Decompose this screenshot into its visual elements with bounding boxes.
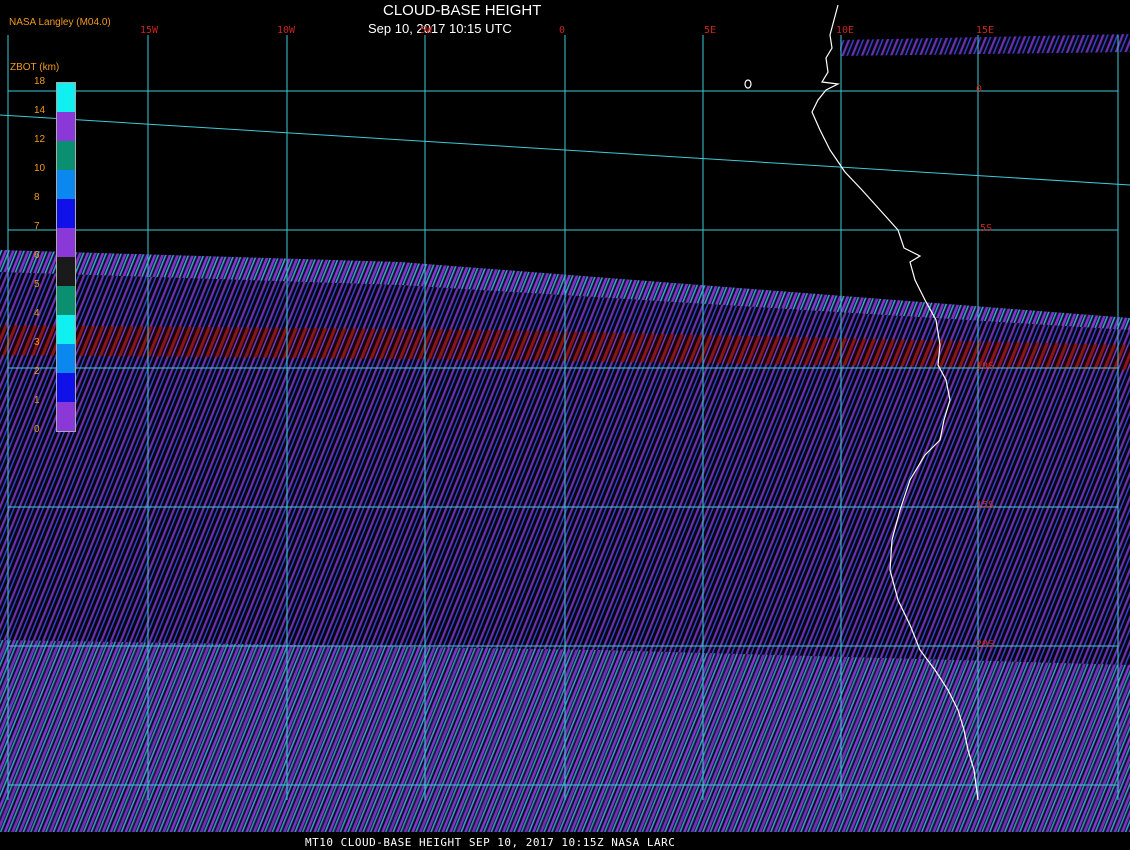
lon-label-5w: 5W <box>420 25 433 36</box>
colorbar-label: 14 <box>34 105 46 116</box>
lat-label-0: 0 <box>976 84 983 95</box>
colorbar-segment <box>57 170 75 199</box>
colorbar-label: 4 <box>34 308 40 319</box>
colorbar-segment <box>57 83 75 112</box>
colorbar-segment <box>57 373 75 402</box>
map-timestamp: Sep 10, 2017 10:15 UTC <box>368 21 512 36</box>
lat-label-5s: 5S <box>980 223 993 234</box>
colorbar-label: 5 <box>34 279 40 290</box>
lon-label-10e: 10E <box>836 25 855 36</box>
colorbar-label: 1 <box>34 395 40 406</box>
colorbar-label: 18 <box>34 76 46 87</box>
lon-label-15e: 15E <box>976 25 995 36</box>
colorbar-label: 12 <box>34 134 46 145</box>
lon-label-15w: 15W <box>140 25 159 36</box>
colorbar-label: 10 <box>34 163 46 174</box>
colorbar-segment <box>57 199 75 228</box>
lon-label-10w: 10W <box>277 25 296 36</box>
colorbar-label: 6 <box>34 250 40 261</box>
colorbar-segment <box>57 141 75 170</box>
lon-label-0: 0 <box>559 25 566 36</box>
colorbar-segment <box>57 344 75 373</box>
credit-label: NASA Langley (M04.0) <box>9 17 111 28</box>
lat-label-10s: 10S <box>976 361 995 372</box>
lat-label-20s: 20S <box>976 639 995 650</box>
colorbar-segment <box>57 286 75 315</box>
map-title: CLOUD-BASE HEIGHT <box>383 2 542 19</box>
colorbar-label: 3 <box>34 337 40 348</box>
colorbar-segment <box>57 112 75 141</box>
lat-label-15s: 15S <box>976 500 995 511</box>
colorbar-segment <box>57 402 75 431</box>
cloud-swath-top-right <box>840 34 1130 56</box>
colorbar-label: 7 <box>34 221 40 232</box>
colorbar <box>56 82 76 432</box>
colorbar-label: 0 <box>34 424 40 435</box>
island <box>744 79 752 89</box>
colorbar-segment <box>57 257 75 286</box>
colorbar-segment <box>57 228 75 257</box>
cloud-base-map <box>0 4 1130 850</box>
colorbar-title: ZBOT (km) <box>10 62 60 73</box>
colorbar-label: 8 <box>34 192 40 203</box>
colorbar-segment <box>57 315 75 344</box>
colorbar-label: 2 <box>34 366 40 377</box>
lon-label-5e: 5E <box>704 25 717 36</box>
footer-caption: MT10 CLOUD-BASE HEIGHT SEP 10, 2017 10:1… <box>305 836 676 849</box>
